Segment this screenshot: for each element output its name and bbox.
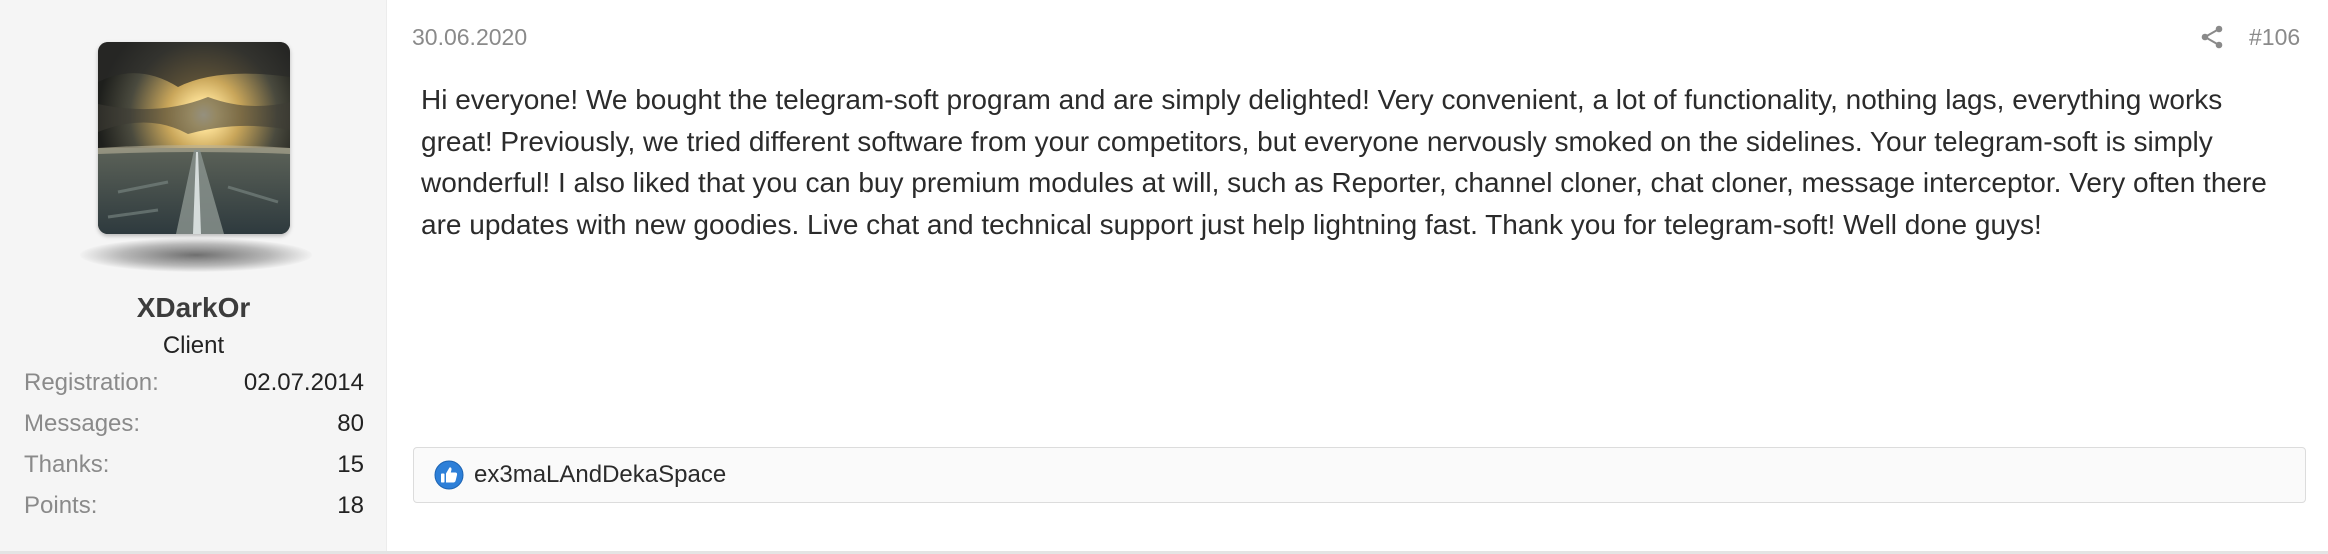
stat-value: 18: [337, 492, 364, 519]
user-stats: Registration: 02.07.2014 Messages: 80 Th…: [24, 368, 364, 532]
stat-messages: Messages: 80: [24, 409, 364, 450]
reaction-users-link[interactable]: ex3maLAndDekaSpace: [474, 461, 726, 489]
stat-registration: Registration: 02.07.2014: [24, 368, 364, 409]
username[interactable]: XDarkOr: [0, 292, 387, 324]
post-date[interactable]: 30.06.2020: [412, 24, 527, 51]
share-icon[interactable]: [2199, 24, 2225, 50]
avatar-shadow: [80, 238, 312, 272]
thumbs-up-icon: [434, 460, 464, 490]
stat-label: Registration:: [24, 369, 159, 396]
user-avatar[interactable]: [98, 42, 290, 234]
user-title: Client: [162, 332, 225, 359]
user-sidebar: XDarkOr Client Registration: 02.07.2014 …: [0, 0, 387, 551]
post-body: Hi everyone! We bought the telegram-soft…: [421, 84, 2267, 240]
stat-value: 80: [337, 410, 364, 437]
post-number-link[interactable]: #106: [2249, 24, 2300, 51]
stat-label: Messages:: [24, 410, 141, 437]
stat-points: Points: 18: [24, 491, 364, 532]
message-cell: 30.06.2020 #106 Hi everyone! We bought t…: [387, 0, 2328, 551]
reactions-bar: ex3maLAndDekaSpace: [413, 447, 2306, 503]
stat-label: Points:: [24, 492, 98, 519]
stat-value: 02.07.2014: [243, 369, 364, 396]
stat-value: 15: [337, 451, 364, 478]
avatar-landscape-image: [98, 42, 290, 234]
forum-post: XDarkOr Client Registration: 02.07.2014 …: [0, 0, 2328, 554]
stat-thanks: Thanks: 15: [24, 450, 364, 491]
stat-label: Thanks:: [24, 451, 110, 478]
